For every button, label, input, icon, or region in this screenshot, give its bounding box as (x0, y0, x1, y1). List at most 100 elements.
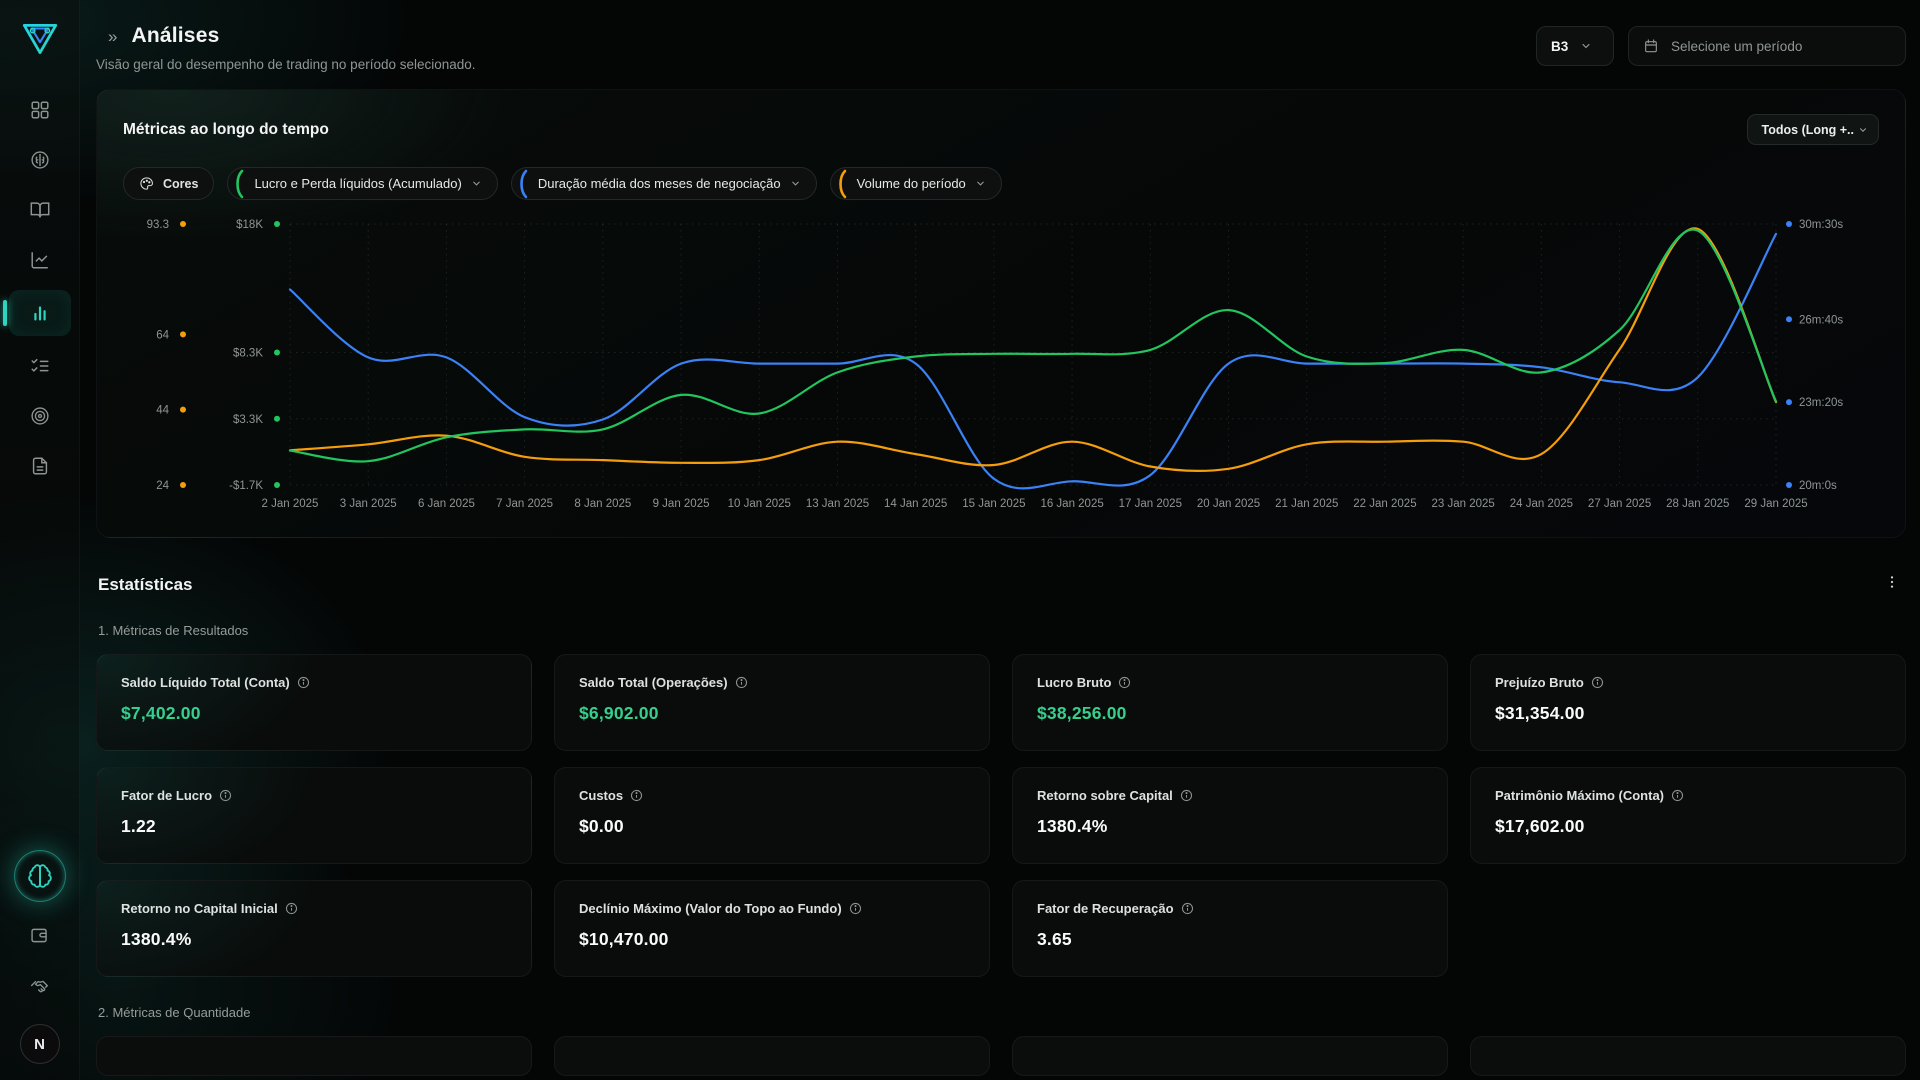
handshake-icon (29, 975, 50, 996)
page-title: Análises (131, 24, 219, 48)
svg-text:7 Jan 2025: 7 Jan 2025 (496, 498, 553, 510)
stat-card-value: 1380.4% (121, 929, 507, 950)
info-icon[interactable] (1591, 676, 1604, 689)
info-icon[interactable] (735, 676, 748, 689)
ai-assistant-button[interactable] (14, 850, 66, 902)
sidebar-item-checklist[interactable] (9, 346, 71, 386)
svg-text:10 Jan 2025: 10 Jan 2025 (728, 498, 791, 510)
stat-card-declinio-maximo: Declínio Máximo (Valor do Topo ao Fundo)… (554, 880, 990, 977)
stat-cards-row-3: Retorno no Capital Inicial 1380.4% Declí… (96, 880, 1906, 977)
brain-icon (29, 149, 51, 171)
series-selector-volume[interactable]: Volume do período (830, 167, 1002, 200)
chart-plot-area[interactable]: 93.3644424$18K$8.3K$3.3K-$1.7K30m:30s26m… (123, 214, 1879, 526)
info-icon[interactable] (1181, 902, 1194, 915)
svg-text:26m:40s: 26m:40s (1799, 314, 1843, 326)
series-selector-pnl[interactable]: Lucro e Perda líquidos (Acumulado) (227, 167, 497, 200)
chevron-down-icon (471, 178, 482, 189)
stat-card-value: 3.65 (1037, 929, 1423, 950)
stat-card-value: 1.22 (121, 816, 507, 837)
stat-card-label: Fator de Lucro (121, 788, 212, 803)
stat-card-value: $7,402.00 (121, 703, 507, 724)
stat-card-label: Fator de Recuperação (1037, 901, 1174, 916)
svg-text:15 Jan 2025: 15 Jan 2025 (962, 498, 1025, 510)
calendar-icon (1643, 38, 1659, 54)
stat-card-label: Prejuízo Bruto (1495, 675, 1584, 690)
svg-text:93.3: 93.3 (147, 219, 169, 231)
svg-text:$18K: $18K (236, 219, 263, 231)
stat-card-value: $38,256.00 (1037, 703, 1423, 724)
stat-card-value: $0.00 (579, 816, 965, 837)
statistics-section: Estatísticas 1. Métricas de Resultados S… (96, 574, 1906, 1076)
sidebar-item-performance[interactable] (9, 240, 71, 280)
stat-card-prejuizo-bruto: Prejuízo Bruto $31,354.00 (1470, 654, 1906, 751)
stat-card-label: Saldo Líquido Total (Conta) (121, 675, 290, 690)
chart-legend: Cores Lucro e Perda líquidos (Acumulado)… (123, 167, 1879, 200)
svg-text:-$1.7K: -$1.7K (229, 480, 263, 492)
stat-card-label: Saldo Total (Operações) (579, 675, 728, 690)
stat-card-fator-de-recuperacao: Fator de Recuperação 3.65 (1012, 880, 1448, 977)
svg-text:23m:20s: 23m:20s (1799, 397, 1843, 409)
app-logo-icon[interactable] (19, 18, 61, 60)
title-block: » Análises Visão geral do desempenho de … (96, 24, 476, 72)
stat-card-label: Retorno sobre Capital (1037, 788, 1173, 803)
info-icon[interactable] (630, 789, 643, 802)
sidebar-item-journal[interactable] (9, 190, 71, 230)
colors-button[interactable]: Cores (123, 167, 214, 200)
info-icon[interactable] (1671, 789, 1684, 802)
period-input[interactable] (1671, 39, 1871, 54)
stat-cards-row-4-partial (96, 1036, 1906, 1076)
book-open-icon (29, 199, 51, 221)
main-content: » Análises Visão geral do desempenho de … (80, 0, 1920, 1080)
topbar: » Análises Visão geral do desempenho de … (96, 0, 1906, 72)
checklist-icon (29, 355, 51, 377)
svg-text:$3.3K: $3.3K (233, 414, 263, 426)
statistics-menu-button[interactable] (1882, 574, 1902, 595)
exchange-selector-value: B3 (1551, 39, 1568, 54)
statistics-title: Estatísticas (98, 575, 193, 595)
stat-card-label: Declínio Máximo (Valor do Topo ao Fundo) (579, 901, 842, 916)
svg-text:13 Jan 2025: 13 Jan 2025 (806, 498, 869, 510)
svg-text:9 Jan 2025: 9 Jan 2025 (653, 498, 710, 510)
info-icon[interactable] (849, 902, 862, 915)
svg-text:21 Jan 2025: 21 Jan 2025 (1275, 498, 1338, 510)
bar-chart-icon (29, 302, 51, 324)
section-label-results: 1. Métricas de Resultados (96, 623, 1906, 638)
series-selector-label: Duração média dos meses de negociação (538, 176, 781, 191)
sidebar-item-mindset[interactable] (9, 140, 71, 180)
sidebar-item-reports[interactable] (9, 446, 71, 486)
info-icon[interactable] (1180, 789, 1193, 802)
sidebar-item-dashboard[interactable] (9, 90, 71, 130)
info-icon[interactable] (219, 789, 232, 802)
stat-card (96, 1036, 532, 1076)
info-icon[interactable] (285, 902, 298, 915)
metrics-line-chart[interactable]: 93.3644424$18K$8.3K$3.3K-$1.7K30m:30s26m… (123, 214, 1878, 526)
period-picker[interactable] (1628, 26, 1906, 66)
svg-text:8 Jan 2025: 8 Jan 2025 (574, 498, 631, 510)
svg-text:44: 44 (156, 405, 169, 417)
user-avatar[interactable]: N (20, 1024, 60, 1064)
svg-text:17 Jan 2025: 17 Jan 2025 (1119, 498, 1182, 510)
series-color-arc (517, 168, 529, 200)
svg-text:24: 24 (156, 480, 169, 492)
direction-filter-button[interactable]: Todos (Long +.. (1747, 114, 1879, 145)
stat-card-lucro-bruto: Lucro Bruto $38,256.00 (1012, 654, 1448, 751)
collapse-sidebar-icon[interactable]: » (108, 28, 117, 45)
svg-text:6 Jan 2025: 6 Jan 2025 (418, 498, 475, 510)
document-icon (29, 455, 51, 477)
stat-card-retorno-capital-inicial: Retorno no Capital Inicial 1380.4% (96, 880, 532, 977)
stat-card-label: Patrimônio Máximo (Conta) (1495, 788, 1664, 803)
sidebar-item-analytics[interactable] (9, 290, 71, 336)
wallet-button[interactable] (20, 918, 60, 952)
sidebar-item-goals[interactable] (9, 396, 71, 436)
exchange-selector[interactable]: B3 (1536, 26, 1614, 66)
stat-cards-row-2: Fator de Lucro 1.22 Custos $0.00 Retorno… (96, 767, 1906, 864)
stat-cards-row-1: Saldo Líquido Total (Conta) $7,402.00 Sa… (96, 654, 1906, 751)
line-chart-icon (29, 249, 51, 271)
stat-card-value: $17,602.00 (1495, 816, 1881, 837)
info-icon[interactable] (297, 676, 310, 689)
series-selector-duration[interactable]: Duração média dos meses de negociação (511, 167, 817, 200)
partners-button[interactable] (20, 968, 60, 1002)
section-label-quantity: 2. Métricas de Quantidade (96, 1005, 1906, 1020)
info-icon[interactable] (1118, 676, 1131, 689)
stat-card-saldo-liquido-total: Saldo Líquido Total (Conta) $7,402.00 (96, 654, 532, 751)
